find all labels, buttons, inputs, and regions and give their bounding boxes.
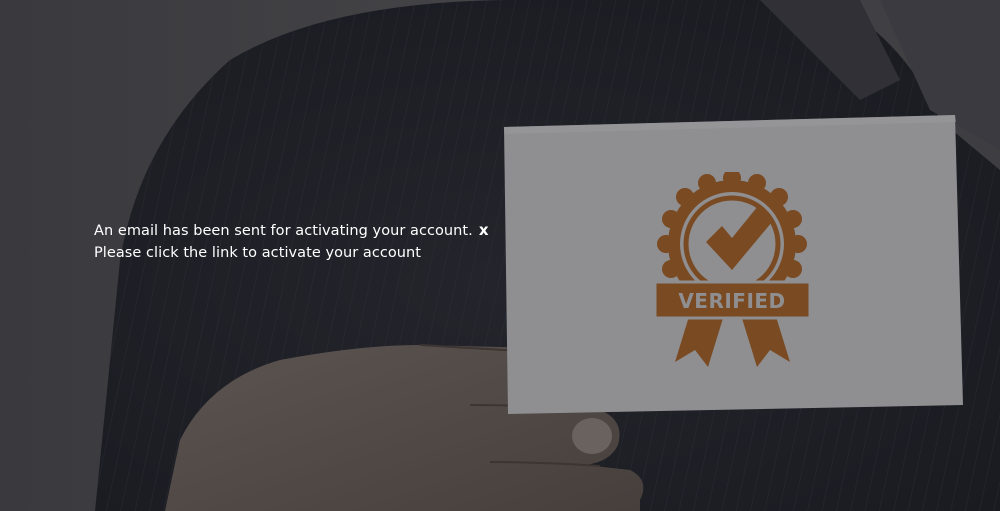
activation-message: An email has been sent for activating yo… <box>94 219 489 264</box>
verified-seal-icon: VERIFIED <box>653 172 812 367</box>
message-line-1: An email has been sent for activating yo… <box>94 219 489 242</box>
message-text-1: An email has been sent for activating yo… <box>94 223 473 239</box>
message-line-2: Please click the link to activate your a… <box>94 245 422 261</box>
activation-screen: VERIFIED An email has been sent for acti… <box>0 0 1000 511</box>
verified-text: VERIFIED <box>678 289 785 313</box>
close-icon[interactable]: x <box>479 219 489 241</box>
